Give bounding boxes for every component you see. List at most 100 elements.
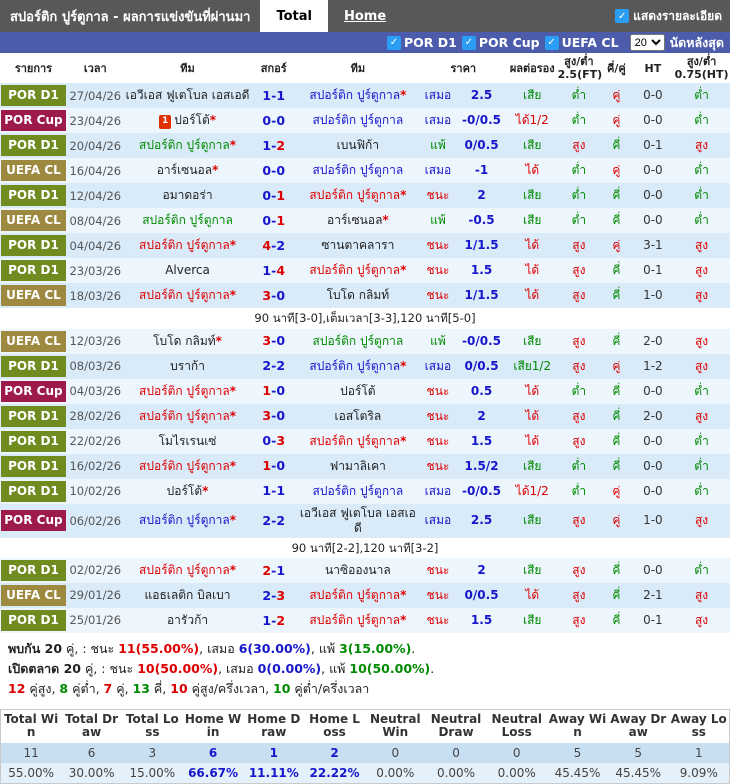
checkbox-checked-icon[interactable]: ✓ — [615, 9, 630, 23]
header-league: รายการ — [0, 53, 67, 84]
away-team-name-link[interactable]: อาร์เซนอล — [327, 213, 382, 227]
filter-por-d1[interactable]: ✓ POR D1 — [386, 35, 457, 50]
handicap-outcome: ได้ — [525, 163, 540, 178]
away-team-name-link[interactable]: ซานตาคลารา — [321, 238, 394, 252]
summary-segment: , เสมอ — [218, 661, 258, 677]
away-team-cell: ฟามาลิเคา — [296, 454, 420, 479]
home-team-name-link[interactable]: สปอร์ติก ปูร์ตูกาล — [139, 238, 230, 252]
away-team-name-link[interactable]: สปอร์ติก ปูร์ตูกาล — [309, 359, 400, 373]
stats-percent: 9.09% — [668, 762, 730, 783]
home-goals: 0 — [262, 188, 272, 204]
away-team-cell: สปอร์ติก ปูร์ตูกาล — [296, 329, 420, 354]
over-under-ft: ต่ำ — [571, 188, 587, 203]
checkbox-checked-icon[interactable]: ✓ — [544, 35, 559, 50]
away-team-name-link[interactable]: โบโด กลิมท์ — [327, 288, 390, 302]
match-count-select[interactable]: 20 — [629, 34, 665, 51]
match-date: 22/02/26 — [69, 434, 122, 449]
away-team-name-link[interactable]: สปอร์ติก ปูร์ตูกาล — [309, 88, 400, 102]
away-team-name-link[interactable]: ปอร์โต้ — [340, 384, 376, 398]
score-cell: 2-1 — [251, 558, 296, 583]
home-team-name-link[interactable]: เอวีเอส ฟูเตโบล เอสเอดี — [126, 88, 250, 102]
away-team-name-link[interactable]: สปอร์ติก ปูร์ตูกาล — [309, 263, 400, 277]
stats-percent: 30.00% — [61, 762, 122, 783]
checkbox-checked-icon[interactable]: ✓ — [386, 35, 401, 50]
home-team-name-link[interactable]: สปอร์ติก ปูร์ตูกาล — [139, 288, 230, 302]
away-team-name-link[interactable]: เอสโตริล — [335, 409, 382, 423]
away-team-name-link[interactable]: สปอร์ติก ปูร์ตูกาล — [309, 588, 400, 602]
show-details-toggle[interactable]: ✓ แสดงรายละเอียด — [615, 0, 730, 32]
home-team-cell: อาร์เซนอล* — [124, 158, 252, 183]
stats-percent: 0.00% — [425, 762, 487, 783]
filter-uefa-cl[interactable]: ✓ UEFA CL — [544, 35, 619, 50]
home-team-name-link[interactable]: สปอร์ติก ปูร์ตูกาล — [139, 459, 230, 473]
home-team-name-link[interactable]: โบโด กลิมท์ — [153, 334, 216, 348]
away-team-cell: สปอร์ติก ปูร์ตูกาล* — [296, 583, 420, 608]
home-team-name-link[interactable]: ปอร์โต้ — [167, 484, 203, 498]
home-team-name-link[interactable]: โมไรเรนเซ่ — [159, 434, 217, 448]
away-team-name-link[interactable]: สปอร์ติก ปูร์ตูกาล — [313, 334, 404, 348]
over-under-ht: ต่ำ — [694, 383, 709, 398]
league-cell: POR D1 — [0, 429, 67, 454]
summary-segment: คู่สูง, — [25, 681, 60, 697]
tab-total[interactable]: Total — [260, 0, 328, 32]
away-team-name-link[interactable]: สปอร์ติก ปูร์ตูกาล — [313, 484, 404, 498]
away-team-name-link[interactable]: นาซิอองนาล — [325, 563, 391, 577]
match-result: แพ้ — [430, 213, 446, 228]
league-badge: UEFA CL — [1, 210, 66, 232]
home-goals: 4 — [262, 238, 272, 254]
handicap-price: 1/1.5 — [464, 238, 499, 253]
match-result: เสมอ — [424, 483, 452, 498]
home-team-name-link[interactable]: สปอร์ติก ปูร์ตูกาล — [139, 384, 230, 398]
home-team-name-link[interactable]: อาร์เซนอล — [157, 163, 212, 177]
favorite-star: * — [229, 563, 237, 578]
filter-por-cup[interactable]: ✓ POR Cup — [461, 35, 540, 50]
handicap-price: 1.5 — [470, 613, 493, 628]
halftime-score: 0-0 — [643, 563, 663, 578]
away-team-name-link[interactable]: สปอร์ติก ปูร์ตูกาล — [309, 613, 400, 627]
match-result: ชนะ — [426, 408, 450, 423]
match-date: 20/04/26 — [69, 138, 122, 153]
match-date: 25/01/26 — [69, 613, 122, 628]
away-goals: 0 — [276, 113, 286, 129]
home-team-name-link[interactable]: ปอร์โต้ — [174, 113, 210, 127]
over-under-ht: ต่ำ — [694, 563, 709, 578]
home-team-name-link[interactable]: สปอร์ติก ปูร์ตูกาล — [142, 213, 233, 227]
home-team-name-link[interactable]: อมาดอร่า — [163, 188, 213, 202]
home-team-name-link[interactable]: สปอร์ติก ปูร์ตูกาล — [139, 138, 230, 152]
checkbox-checked-icon[interactable]: ✓ — [461, 35, 476, 50]
away-team-cell: ปอร์โต้ — [296, 379, 420, 404]
tab-home[interactable]: Home — [328, 0, 402, 32]
home-team-name-link[interactable]: บราก้า — [170, 359, 205, 373]
away-team-name-link[interactable]: ฟามาลิเคา — [330, 459, 386, 473]
home-team-name-link[interactable]: แอธเลติก บิลเบา — [145, 588, 231, 602]
away-team-name-link[interactable]: เอวีเอส ฟูเตโบล เอสเอดี — [300, 506, 416, 535]
home-team-name-link[interactable]: สปอร์ติก ปูร์ตูกาล — [139, 513, 230, 527]
away-team-name-link[interactable]: สปอร์ติก ปูร์ตูกาล — [313, 113, 404, 127]
away-team-name-link[interactable]: เบนฟิก้า — [337, 138, 379, 152]
handicap-outcome: ได้ — [525, 408, 540, 423]
match-row: POR Cup 04/03/26 สปอร์ติก ปูร์ตูกาล* 1-0 ปอร… — [0, 378, 730, 404]
home-team-name-link[interactable]: Alverca — [165, 263, 210, 277]
away-team-name-link[interactable]: สปอร์ติก ปูร์ตูกาล — [309, 188, 400, 202]
stats-count: 2 — [304, 742, 365, 763]
league-badge: POR D1 — [1, 610, 66, 632]
match-result: เสมอ — [424, 513, 452, 528]
over-under-ft: ต่ำ — [571, 213, 587, 228]
home-team-name-link[interactable]: อารัวก้า — [167, 613, 208, 627]
away-team-name-link[interactable]: สปอร์ติก ปูร์ตูกาล — [309, 434, 400, 448]
away-team-cell: สปอร์ติก ปูร์ตูกาล* — [296, 183, 420, 208]
odd-even: คู่ — [612, 483, 621, 498]
stats-count: 1 — [243, 742, 305, 763]
home-team-cell: สปอร์ติก ปูร์ตูกาล* — [124, 233, 252, 258]
away-team-name-link[interactable]: สปอร์ติก ปูร์ตูกาล — [313, 163, 404, 177]
match-row: POR D1 08/03/26 บราก้า 2-2 สปอร์ติก ปูร์ตูกา… — [0, 353, 730, 379]
home-team-cell: 1 ปอร์โต้* — [124, 108, 252, 133]
home-team-name-link[interactable]: สปอร์ติก ปูร์ตูกาล — [139, 409, 230, 423]
handicap-price: -0/0.5 — [462, 483, 502, 498]
stats-header: Home Loss — [304, 709, 365, 743]
stats-count: 11 — [0, 742, 62, 763]
match-row: POR D1 16/02/26 สปอร์ติก ปูร์ตูกาล* 1-0 ฟามา… — [0, 453, 730, 479]
score-cell: 2-2 — [251, 504, 296, 538]
home-team-name-link[interactable]: สปอร์ติก ปูร์ตูกาล — [139, 563, 230, 577]
home-goals: 2 — [262, 358, 272, 374]
